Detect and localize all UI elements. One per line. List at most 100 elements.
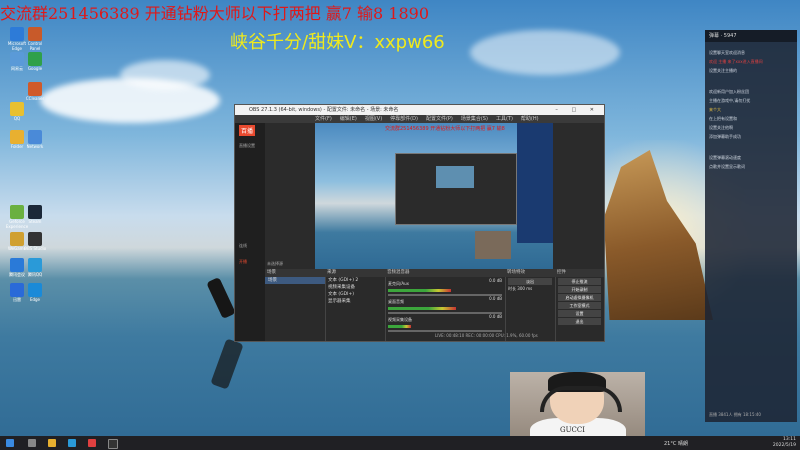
mixer-channel: 麦克风/Aux 0.0 dB: [385, 277, 505, 296]
desktop-icon[interactable]: CCleaner: [22, 82, 48, 101]
edge-icon[interactable]: [68, 439, 76, 447]
chat-message: 主播在游戏中,请勿打扰: [709, 98, 751, 103]
menu-item[interactable]: 文件(F): [315, 116, 332, 122]
control-button[interactable]: 设置: [558, 310, 601, 317]
nested-obs-preview: [395, 153, 517, 225]
desktop-icon[interactable]: QQ: [4, 102, 30, 121]
chat-header: 弹幕 · 5947: [705, 30, 797, 42]
mixer-header: 音频混音器: [385, 269, 505, 277]
icon-label: Control Panel: [27, 41, 43, 51]
sidebar-item[interactable]: 开播: [239, 259, 247, 265]
channel-name: 麦克风/Aux: [388, 281, 409, 286]
obs-window[interactable]: OBS 27.1.3 (64-bit, windows) - 配置文件: 未命名…: [234, 104, 605, 342]
desktop-icon[interactable]: Control Panel: [22, 27, 48, 51]
menu-item[interactable]: 停靠部件(D): [390, 116, 418, 122]
overlay-title: 交流群251456389 开通钻粉大师以下打两把 赢7 输8 1890: [0, 4, 430, 23]
folder-icon[interactable]: [48, 439, 56, 447]
app-icon: [28, 82, 42, 96]
cloud: [120, 60, 210, 90]
icon-label: Edge: [29, 297, 41, 302]
menu-item[interactable]: 编辑(E): [340, 116, 357, 122]
obs-taskbar-icon[interactable]: [108, 439, 118, 449]
chat-footer: 直播 3841人 拥有 18:15:40: [709, 412, 761, 417]
volume-meter: [388, 325, 411, 328]
desktop-icon[interactable]: Google: [22, 52, 48, 71]
transitions-header: 转场特效: [505, 269, 555, 277]
controls-header: 控件: [555, 269, 604, 277]
cloud: [470, 30, 620, 75]
menu-item[interactable]: 工具(T): [496, 116, 513, 122]
desktop-icon[interactable]: Edge: [22, 283, 48, 302]
scene-item[interactable]: 场景: [265, 277, 325, 284]
chat-message: 欢迎 主播 来了xxx进入直播间: [709, 59, 763, 64]
chat-message: 设置关注他啊: [709, 125, 733, 130]
app-icon: [28, 205, 42, 219]
start-icon[interactable]: [6, 439, 14, 447]
source-item[interactable]: 文本 (GDI+) 2: [325, 277, 385, 284]
weather-widget[interactable]: 21°C 晴朗: [664, 440, 688, 447]
sources-header: 来源: [325, 269, 385, 277]
control-button[interactable]: 退出: [558, 318, 601, 325]
menu-item[interactable]: 视图(V): [365, 116, 382, 122]
sidebar-item[interactable]: 连线: [239, 243, 247, 249]
app-icon: [28, 232, 42, 246]
shirt-logo: GUCCI: [560, 426, 585, 434]
channel-level: 0.0 dB: [489, 278, 502, 283]
desktop-icon[interactable]: Steam: [22, 205, 48, 224]
chat-panel: 弹幕 · 5947 设置聊天室欢迎消息 欢迎 主播 来了xxx进入直播间 设置关注主…: [705, 30, 797, 422]
mixer-channel: 视频采集设备 0.0 dB: [385, 313, 505, 332]
app-icon: [28, 283, 42, 297]
preview-right-panel: [517, 123, 553, 243]
volume-meter: [388, 289, 451, 292]
channel-level: 0.0 dB: [489, 296, 502, 301]
control-button[interactable]: 开始录制: [558, 286, 601, 293]
app-icon[interactable]: [88, 439, 96, 447]
chat-message: 点歌并设置显示歌词: [709, 164, 745, 169]
control-button[interactable]: 停止推流: [558, 278, 601, 285]
preview-webcam: [475, 231, 511, 259]
chat-message: 添加弹幕助手成功: [709, 134, 741, 139]
taskbar: 21°C 晴朗 13:11 2022/5/19: [0, 436, 800, 450]
volume-meter: [388, 307, 457, 310]
obs-preview[interactable]: 交流群251456389 开通钻粉大师以下打两把 赢7 输8: [315, 123, 553, 269]
control-button[interactable]: 启动虚拟摄像机: [558, 294, 601, 301]
obs-sidebar: 百播 直播设置 连线 开播: [235, 123, 265, 341]
desktop-icon[interactable]: OBS Studio: [22, 232, 48, 251]
transition-select[interactable]: 淡出: [508, 278, 552, 285]
chat-message: 来个大: [709, 107, 721, 112]
desktop-icon[interactable]: Network: [22, 130, 48, 149]
icon-label: QQ: [13, 116, 21, 121]
menu-item[interactable]: 场景集合(S): [461, 116, 488, 122]
source-item[interactable]: 文本 (GDI+): [325, 291, 385, 298]
control-button[interactable]: 工作室模式: [558, 302, 601, 309]
channel-name: 桌面音频: [388, 299, 404, 304]
viewer-count: 5947: [723, 33, 737, 39]
sidebar-item[interactable]: 直播设置: [239, 143, 255, 149]
menu-item[interactable]: 帮助(H): [521, 116, 539, 122]
obs-titlebar[interactable]: OBS 27.1.3 (64-bit, windows) - 配置文件: 未命名…: [235, 105, 604, 115]
icon-label: OBS Studio: [23, 246, 47, 251]
menu-item[interactable]: 配置文件(P): [426, 116, 453, 122]
window-controls[interactable]: – □ ✕: [555, 105, 600, 115]
channel-level: 0.0 dB: [489, 314, 502, 319]
obs-statusbar: LIVE: 00:48:10 REC: 00:00:00 CPU: 1.9%, …: [435, 333, 538, 338]
headset: [540, 386, 622, 412]
icon-label: 腾讯QQ: [27, 272, 43, 277]
mixer-channel: 桌面音频 0.0 dB: [385, 295, 505, 314]
window-title: OBS 27.1.3 (64-bit, windows) - 配置文件: 未命名…: [249, 107, 399, 113]
chat-message: 设置聊天室欢迎消息: [709, 50, 745, 55]
app-icon: [28, 258, 42, 272]
desktop-icon[interactable]: 腾讯QQ: [22, 258, 48, 277]
preview-overlay-title: 交流群251456389 开通钻粉大师以下打两把 赢7 输8: [385, 126, 505, 132]
duration-value[interactable]: 300 ms: [517, 286, 532, 291]
source-item[interactable]: 显示器采集: [325, 298, 385, 305]
app-icon: [10, 102, 24, 116]
chat-message: 设置弹幕滚动速度: [709, 155, 741, 160]
icon-label: Steam: [28, 219, 42, 224]
clock[interactable]: 13:11 2022/5/19: [773, 437, 796, 449]
source-item[interactable]: 视频采集设备: [325, 284, 385, 291]
app-icon: [28, 27, 42, 41]
search-icon[interactable]: [28, 439, 36, 447]
nested-preview-image: [436, 166, 474, 188]
app-logo: 百播: [239, 125, 256, 136]
